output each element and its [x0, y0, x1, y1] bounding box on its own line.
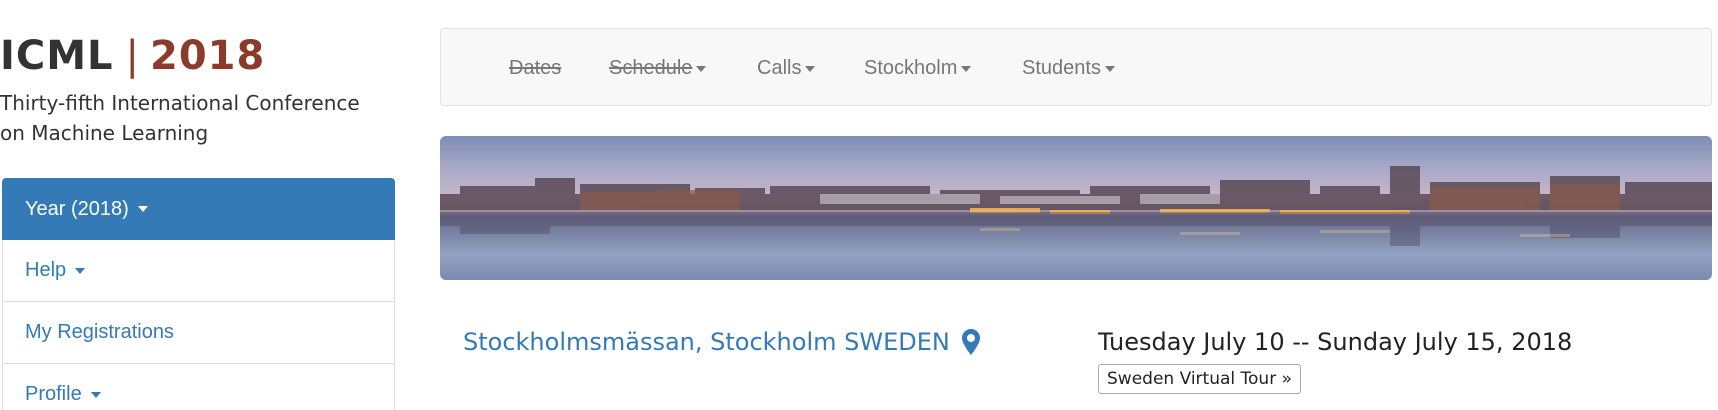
- venue-label: Stockholmsmässan, Stockholm SWEDEN: [463, 328, 950, 356]
- caret-down-icon: [696, 65, 707, 72]
- site-title[interactable]: ICML | 2018: [0, 32, 265, 80]
- sidebar-item-my-registrations[interactable]: My Registrations: [2, 302, 395, 364]
- map-marker-icon: [961, 329, 980, 355]
- caret-down-icon: [137, 206, 148, 212]
- caret-down-icon: [961, 65, 972, 72]
- nav-item-schedule[interactable]: Schedule: [609, 29, 707, 107]
- title-separator: |: [125, 33, 141, 79]
- sidebar-nav: Year (2018) Help My Registrations Profil…: [2, 178, 395, 410]
- nav-item-dates[interactable]: Dates: [509, 29, 561, 107]
- caret-down-icon: [1104, 65, 1115, 72]
- virtual-tour-button[interactable]: Sweden Virtual Tour »: [1098, 364, 1301, 394]
- nav-item-students[interactable]: Students: [1022, 29, 1115, 107]
- sidebar-item-label: My Registrations: [25, 321, 174, 343]
- nav-item-calls[interactable]: Calls: [757, 29, 816, 107]
- venue-link[interactable]: Stockholmsmässan, Stockholm SWEDEN: [463, 324, 980, 360]
- sidebar-item-profile[interactable]: Profile: [2, 364, 395, 410]
- sidebar-item-year[interactable]: Year (2018): [2, 178, 395, 240]
- sidebar-item-label: Profile: [25, 383, 82, 405]
- sidebar-item-help[interactable]: Help: [2, 240, 395, 302]
- nav-item-label: Schedule: [609, 57, 693, 79]
- site-year: 2018: [150, 33, 266, 79]
- nav-item-stockholm[interactable]: Stockholm: [864, 29, 972, 107]
- caret-down-icon: [75, 267, 86, 274]
- nav-item-label: Students: [1022, 57, 1101, 79]
- nav-item-label: Dates: [509, 57, 562, 79]
- conference-dates: Tuesday July 10 -- Sunday July 15, 2018: [1098, 328, 1573, 356]
- nav-item-label: Stockholm: [864, 57, 958, 79]
- stockholm-panorama-image: [440, 166, 1712, 246]
- top-navbar: Dates Schedule Calls Stockholm Students: [440, 28, 1712, 106]
- nav-item-label: Calls: [757, 57, 802, 79]
- caret-down-icon: [90, 391, 101, 398]
- site-acronym: ICML: [0, 33, 114, 79]
- sidebar-item-label: Help: [25, 259, 67, 281]
- sidebar-item-label: Year (2018): [25, 197, 129, 220]
- caret-down-icon: [805, 65, 816, 72]
- site-subtitle: Thirty-fifth International Conference on…: [0, 91, 360, 145]
- page: ICML | 2018 Thirty-fifth International Con…: [0, 0, 1718, 410]
- stockholm-panorama-banner: [440, 136, 1712, 280]
